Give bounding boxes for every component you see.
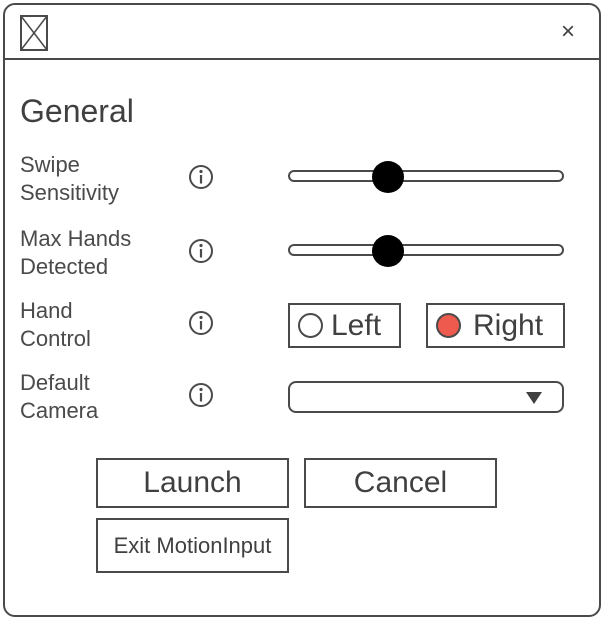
radio-right-label: Right [473,308,544,342]
radio-right-circle[interactable] [436,313,461,338]
default-camera-label: Default Camera [20,369,160,425]
max-hands-slider[interactable] [288,235,564,267]
radio-left-label: Left [331,308,382,342]
info-icon[interactable] [188,310,214,336]
cancel-button[interactable]: Cancel [304,458,497,508]
info-icon[interactable] [188,382,214,408]
default-camera-label-line1: Default [20,370,90,395]
hand-control-label-line2: Control [20,326,91,351]
title-bar: × [5,5,599,60]
max-hands-label: Max Hands Detected [20,225,160,281]
max-hands-slider-thumb[interactable] [371,235,404,267]
swipe-sensitivity-label-line2: Sensitivity [20,180,120,205]
default-camera-select[interactable] [288,381,564,413]
radio-left-circle[interactable] [298,313,323,338]
exit-motioninput-button[interactable]: Exit MotionInput [96,518,289,573]
info-icon[interactable] [188,164,214,190]
close-icon[interactable]: × [557,20,579,44]
swipe-sensitivity-label-line1: Swipe [20,152,80,177]
swipe-sensitivity-slider-thumb[interactable] [371,161,404,193]
section-title: General [20,93,134,129]
swipe-sensitivity-slider[interactable] [288,161,564,193]
info-icon[interactable] [188,238,214,264]
radio-left[interactable]: Left [288,303,401,348]
default-camera-label-line2: Camera [20,398,99,423]
settings-dialog: × General Swipe Sensitivity Max Hands De… [3,3,601,617]
chevron-down-icon[interactable] [526,392,542,404]
hand-control-label-line1: Hand [20,298,73,323]
hand-control-label: Hand Control [20,297,160,353]
max-hands-label-line1: Max Hands [20,226,132,251]
launch-button[interactable]: Launch [96,458,289,508]
image-placeholder-icon [20,15,48,51]
swipe-sensitivity-label: Swipe Sensitivity [20,151,160,207]
max-hands-label-line2: Detected [20,254,109,279]
radio-right[interactable]: Right [426,303,565,348]
